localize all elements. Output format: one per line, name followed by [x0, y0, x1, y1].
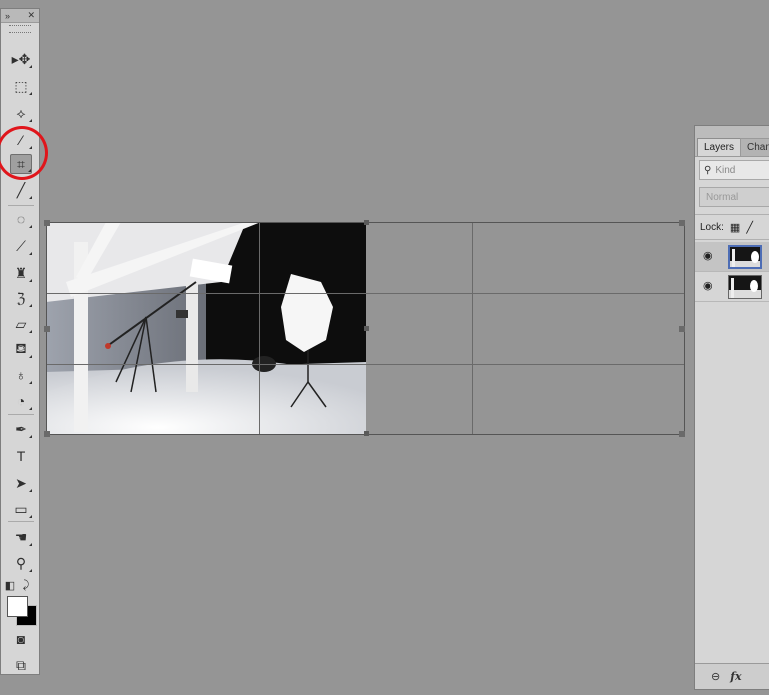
eraser-tool-icon[interactable]: ▱ [10, 314, 32, 334]
tools-panel: » ✕ ▸✥ ⬚ ⟡ ⁄ ⌗ ╱ ◌ ⟋ ♜ ℨ ▱ ⛾ ♁ ◔ ✒ T ➤ ▭ ☚ ⚲ ◧ ⤸ ◙ ⧉ [0, 8, 40, 675]
layers-tab-bar: Layers Chan [695, 126, 769, 157]
more-tools-indicator [29, 196, 32, 199]
spot-healing-brush-icon[interactable]: ◌ [10, 209, 32, 229]
more-tools-indicator [29, 304, 32, 307]
clone-stamp-tool-icon[interactable]: ♜ [10, 263, 32, 283]
layer-thumbnail [728, 245, 762, 269]
visibility-eye-icon[interactable]: ◉ [703, 281, 717, 292]
more-tools-indicator [29, 407, 32, 410]
panel-grip[interactable] [9, 25, 31, 33]
layers-panel: Layers Chan ⚲ Kind Normal Lock: ▦ ╱ ◉ ◉ [694, 125, 769, 690]
move-tool-icon[interactable]: ▸✥ [10, 49, 32, 69]
quick-mask-icon[interactable]: ◙ [10, 629, 32, 649]
blend-mode-value: Normal [706, 191, 739, 203]
tab-layers[interactable]: Layers [697, 138, 742, 156]
more-tools-indicator [29, 569, 32, 572]
layers-footer: ⊖ fx [695, 663, 769, 689]
type-tool-icon[interactable]: T [10, 446, 32, 466]
layer-row[interactable]: ◉ [695, 272, 769, 302]
more-tools-indicator [29, 489, 32, 492]
more-tools-indicator [29, 381, 32, 384]
layer-style-button[interactable]: fx [730, 670, 741, 683]
more-tools-indicator [29, 119, 32, 122]
screen-mode-icon[interactable]: ⧉ [10, 655, 32, 675]
more-tools-indicator [29, 279, 32, 282]
more-tools-indicator [29, 146, 32, 149]
link-layers-icon[interactable]: ⊖ [711, 670, 720, 683]
crop-handle-top-right[interactable] [679, 220, 685, 226]
foreground-color-swatch[interactable] [7, 596, 28, 617]
lasso-tool-icon[interactable]: ⟡ [10, 103, 32, 123]
pen-tool-icon[interactable]: ✒ [10, 419, 32, 439]
dodge-tool-icon[interactable]: ◔ [10, 391, 32, 411]
more-tools-indicator [29, 330, 32, 333]
tab-channels[interactable]: Chan [740, 138, 769, 156]
lock-transparent-pixels-icon[interactable]: ▦ [730, 221, 740, 234]
tool-group-separator [8, 521, 34, 522]
more-tools-indicator [28, 169, 31, 172]
tools-panel-header: » ✕ [1, 9, 39, 23]
history-brush-icon[interactable]: ℨ [10, 288, 32, 308]
lock-image-pixels-icon[interactable]: ╱ [746, 221, 753, 234]
path-selection-tool-icon[interactable]: ➤ [10, 473, 32, 493]
more-tools-indicator [29, 435, 32, 438]
more-tools-indicator [29, 515, 32, 518]
rectangle-shape-tool-icon[interactable]: ▭ [10, 499, 32, 519]
layer-thumbnail [728, 275, 762, 299]
rectangular-marquee-tool-icon[interactable]: ⬚ [10, 76, 32, 96]
layer-kind-filter[interactable]: ⚲ Kind [699, 160, 769, 180]
crop-handle-bottom-right[interactable] [679, 431, 685, 437]
more-tools-indicator [29, 92, 32, 95]
more-tools-indicator [29, 355, 32, 358]
crop-tool-icon[interactable]: ⌗ [10, 154, 32, 174]
lock-label: Lock: [700, 221, 724, 233]
tool-group-separator [8, 414, 34, 415]
swap-colors-icon[interactable]: ⤸ [19, 575, 33, 595]
close-panel-icon[interactable]: ✕ [27, 10, 35, 21]
default-colors-icon[interactable]: ◧ [3, 575, 17, 595]
blur-tool-icon[interactable]: ♁ [10, 365, 32, 385]
eyedropper-tool-icon[interactable]: ╱ [10, 180, 32, 200]
more-tools-indicator [29, 65, 32, 68]
brush-tool-icon[interactable]: ⟋ [10, 236, 32, 256]
paint-bucket-tool-icon[interactable]: ⛾ [10, 339, 32, 359]
crop-handle-right[interactable] [679, 326, 685, 332]
studio-photo [46, 222, 366, 435]
lock-row: Lock: ▦ ╱ [695, 214, 769, 240]
tool-group-separator [8, 205, 34, 206]
collapse-panel-icon[interactable]: » [5, 11, 10, 21]
hand-tool-icon[interactable]: ☚ [10, 527, 32, 547]
crop-grid-line [472, 223, 473, 434]
document-image[interactable] [46, 222, 366, 435]
more-tools-indicator [29, 252, 32, 255]
search-icon: ⚲ [704, 164, 712, 176]
more-tools-indicator [29, 225, 32, 228]
blend-mode-select[interactable]: Normal [699, 187, 769, 207]
quick-selection-tool-icon[interactable]: ⁄ [10, 130, 32, 150]
zoom-tool-icon[interactable]: ⚲ [10, 553, 32, 573]
layer-row[interactable]: ◉ [695, 242, 769, 272]
more-tools-indicator [29, 543, 32, 546]
visibility-eye-icon[interactable]: ◉ [703, 251, 717, 262]
kind-filter-label: Kind [715, 164, 736, 176]
